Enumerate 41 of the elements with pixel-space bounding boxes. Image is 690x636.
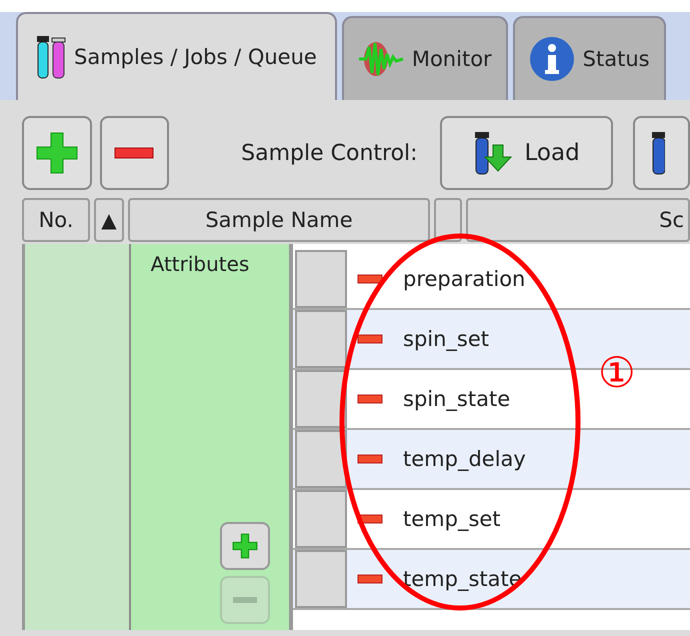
row-header[interactable] (295, 490, 347, 548)
minus-icon (114, 147, 154, 159)
column-header[interactable]: No. (22, 198, 90, 242)
remove-icon[interactable] (357, 334, 383, 344)
row-header[interactable] (295, 550, 347, 608)
annotation-number: ① (598, 348, 636, 397)
plus-icon (232, 533, 258, 559)
waveform-icon (358, 39, 404, 79)
plus-icon (34, 131, 79, 175)
sort-button[interactable]: ▲ (94, 198, 124, 242)
sample-control-label: Sample Control: (241, 140, 418, 166)
remove-icon[interactable] (357, 394, 383, 404)
remove-button[interactable] (100, 116, 170, 190)
remove-icon[interactable] (357, 574, 383, 584)
info-icon (528, 36, 575, 82)
row-header[interactable] (295, 370, 347, 428)
row-header[interactable] (295, 250, 347, 308)
test-tubes-icon (36, 34, 66, 80)
attribute-name: spin_set (403, 327, 490, 351)
row-header[interactable] (295, 310, 347, 368)
tab[interactable]: Monitor (342, 16, 508, 100)
tab[interactable]: Samples / Jobs / Queue (16, 12, 337, 100)
attributes-label: Attributes (150, 252, 250, 276)
remove-icon[interactable] (357, 274, 383, 284)
tube-icon (650, 131, 665, 175)
add-attribute-button[interactable] (220, 522, 270, 570)
attribute-name: temp_state (403, 567, 522, 591)
tab[interactable]: Status (512, 16, 666, 100)
column-header[interactable]: Sample Name (128, 198, 430, 242)
toolbar-button[interactable] (632, 116, 690, 190)
minus-icon (232, 596, 258, 604)
tube-arrow-icon (472, 131, 512, 175)
attribute-name: spin_state (403, 387, 510, 411)
row-header[interactable] (295, 430, 347, 488)
attribute-name: temp_delay (403, 447, 526, 471)
load-button[interactable]: Load (440, 116, 613, 190)
add-button[interactable] (22, 116, 92, 190)
attribute-name: temp_set (403, 507, 501, 531)
column-header[interactable]: Sc (466, 198, 690, 242)
remove-icon[interactable] (357, 454, 383, 464)
attribute-name: preparation (403, 267, 526, 291)
